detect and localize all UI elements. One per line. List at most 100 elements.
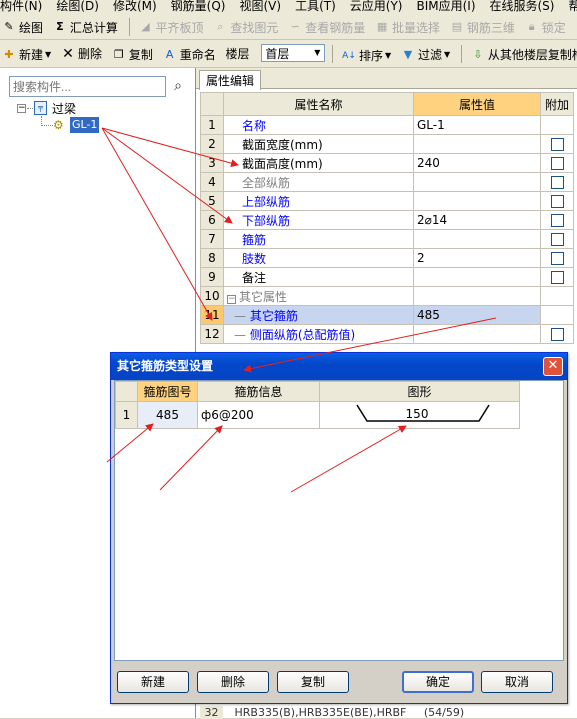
menu-bar: 构件(N) 绘图(D) 修改(M) 钢筋量(Q) 视图(V) 工具(T) 云应用(Y) BIM… <box>0 0 577 14</box>
floor-label: 楼层 <box>225 46 250 61</box>
lock-button[interactable]: 🔒︎ 锁定 <box>523 14 570 39</box>
attach-checkbox[interactable] <box>550 138 564 151</box>
collapse-icon[interactable]: − <box>17 104 26 113</box>
menu-item-cloud[interactable]: 云应用(Y) <box>350 0 403 12</box>
collapse-icon[interactable]: − <box>227 294 236 304</box>
ok-button[interactable]: 确定 <box>402 671 474 693</box>
chevron-down-icon: ▼ <box>45 50 52 59</box>
table-row[interactable]: 8 肢数 2 <box>200 248 574 268</box>
batch-select-icon: ▦ <box>376 20 388 33</box>
chevron-down-icon: ▼ <box>314 48 321 57</box>
filter-button[interactable]: ▼ 过滤 ▼ <box>399 42 454 68</box>
stirrup-table: 箍筋图号 箍筋信息 图形 1 485 ф6@200 150 <box>115 381 520 429</box>
menu-item-component[interactable]: 构件(N) <box>0 0 42 12</box>
menu-item-rebar[interactable]: 钢筋量(Q) <box>171 0 226 12</box>
copy-floor-icon: ⇩ <box>473 47 483 61</box>
tree-item-gl1[interactable]: GL-1 <box>70 117 100 133</box>
table-row[interactable]: 5 上部纵筋 <box>200 191 574 211</box>
search-input[interactable] <box>9 76 166 97</box>
menu-item-tools[interactable]: 工具(T) <box>295 0 336 12</box>
tab-property-edit[interactable]: 属性编辑 <box>199 70 262 90</box>
toolbar-separator <box>332 45 334 63</box>
column-header-shape: 图形 <box>319 381 520 402</box>
attach-checkbox[interactable] <box>550 195 564 208</box>
table-row[interactable]: 6 下部纵筋 2⌀14 <box>200 210 574 230</box>
attach-checkbox[interactable] <box>550 233 564 246</box>
property-tabbar: 属性编辑 <box>196 68 577 90</box>
sort-az-icon: A↓ <box>342 50 356 61</box>
column-header-info: 箍筋信息 <box>197 381 320 402</box>
view-rebar-button[interactable]: ∽ 查看钢筋量 <box>286 14 369 39</box>
menu-item-draw[interactable]: 绘图(D) <box>56 0 99 12</box>
flush-slab-button[interactable]: ◢ 平齐板顶 <box>137 14 208 39</box>
cancel-button[interactable]: 取消 <box>481 671 553 693</box>
attach-checkbox[interactable] <box>550 157 564 170</box>
copy-button[interactable]: 复制 <box>277 671 349 693</box>
main-toolbar: ✎ 绘图 Σ 汇总计算 ◢ 平齐板顶 ⌕ 查找图元 ∽ 查看钢筋量 ▦ 批量选择 ▤ 钢筋三维… <box>0 14 577 40</box>
tree-root-label[interactable]: 过梁 <box>52 100 76 117</box>
draw-icon: ✎ <box>4 20 14 33</box>
new-icon: ✚ <box>4 47 14 61</box>
batch-select-button[interactable]: ▦ 批量选择 <box>373 14 444 39</box>
attach-checkbox[interactable] <box>550 176 564 189</box>
search-icon[interactable]: ⌕ <box>168 76 188 97</box>
new-button[interactable]: 新建 <box>117 671 189 693</box>
table-row[interactable]: 1 485 ф6@200 150 <box>115 401 520 429</box>
menu-item-modify[interactable]: 修改(M) <box>113 0 157 12</box>
copy-component-button[interactable]: ❐ 复制 <box>110 42 157 68</box>
column-header-value: 属性值 <box>413 92 541 116</box>
dialog-table-area: 箍筋图号 箍筋信息 图形 1 485 ф6@200 150 <box>114 380 564 661</box>
flush-slab-icon: ◢ <box>141 20 150 33</box>
attach-checkbox[interactable] <box>550 271 564 284</box>
stirrup-type-dialog: 其它箍筋类型设置 ✕ 箍筋图号 箍筋信息 图形 1 485 ф6@200 150 <box>110 352 568 704</box>
rebar-3d-button[interactable]: ▤ 钢筋三维 <box>448 14 519 39</box>
table-header-row: 箍筋图号 箍筋信息 图形 <box>115 381 520 402</box>
shape-dimension: 150 <box>405 407 429 421</box>
shape-cell[interactable]: 150 <box>319 401 520 429</box>
fig-no-cell[interactable]: 485 <box>137 401 198 429</box>
lintel-type-icon: ╤ <box>34 101 47 115</box>
delete-button[interactable]: 删除 <box>197 671 269 693</box>
binoculars-icon: ⌕ <box>217 20 224 33</box>
floor-select[interactable]: 首层 ▼ <box>261 44 326 62</box>
stirrup-info-cell[interactable]: ф6@200 <box>197 401 320 429</box>
toolbar-separator <box>461 45 463 63</box>
attach-checkbox[interactable] <box>550 214 564 227</box>
view-rebar-icon: ∽ <box>290 20 300 33</box>
table-row[interactable]: 2 截面宽度(mm) <box>200 134 574 154</box>
menu-item-online[interactable]: 在线服务(S) <box>490 0 555 12</box>
toolbar-separator <box>128 17 130 36</box>
table-row[interactable]: 3 截面高度(mm) 240 <box>200 153 574 173</box>
table-row[interactable]: 10 − 其它属性 <box>200 286 574 306</box>
table-row[interactable]: 11 — 其它箍筋 485 <box>200 305 574 325</box>
column-header-index <box>200 92 224 116</box>
table-row[interactable]: 9 备注 <box>200 267 574 287</box>
property-table: 属性名称 属性值 附加 1 名称 GL-1 2 截面宽度(mm) 3 截面高度(… <box>200 92 574 344</box>
column-header-extra: 附加 <box>540 92 574 116</box>
table-row[interactable]: 12 — 侧面纵筋(总配筋值) <box>200 324 574 344</box>
table-row[interactable]: 1 名称 GL-1 <box>200 115 574 135</box>
summary-button[interactable]: Σ 汇总计算 <box>51 14 122 39</box>
sigma-icon: Σ <box>56 20 64 33</box>
table-row[interactable]: 7 箍筋 <box>200 229 574 249</box>
menu-item-help[interactable]: 帮助(H) <box>568 0 577 12</box>
menu-item-view[interactable]: 视图(V) <box>239 0 281 12</box>
menu-item-bim[interactable]: BIM应用(I) <box>416 0 475 12</box>
table-header-row: 属性名称 属性值 附加 <box>200 92 574 116</box>
new-component-button[interactable]: ✚ 新建 ▼ <box>0 42 55 68</box>
attach-checkbox[interactable] <box>550 252 564 265</box>
draw-button[interactable]: ✎ 绘图 <box>0 14 47 39</box>
attach-checkbox[interactable] <box>550 328 564 341</box>
filter-icon: ▼ <box>403 47 413 61</box>
delete-component-button[interactable]: ✕ 删除 <box>59 41 106 67</box>
table-row[interactable]: 4 全部纵筋 <box>200 172 574 192</box>
copy-from-floor-button[interactable]: ⇩ 从其他楼层复制构 <box>469 42 577 68</box>
find-element-button[interactable]: ⌕ 查找图元 <box>211 14 282 39</box>
rename-icon: A <box>165 47 174 61</box>
sort-button[interactable]: A↓ 排序 ▼ <box>340 43 395 68</box>
table-row: 32 HRB335(B),HRB335E(BE),HRBF (54/59) <box>200 706 464 719</box>
close-icon[interactable]: ✕ <box>543 357 563 376</box>
rename-button[interactable]: A 重命名 <box>161 42 220 68</box>
column-header-name: 属性名称 <box>223 92 414 116</box>
lock-icon: 🔒︎ <box>528 20 535 33</box>
